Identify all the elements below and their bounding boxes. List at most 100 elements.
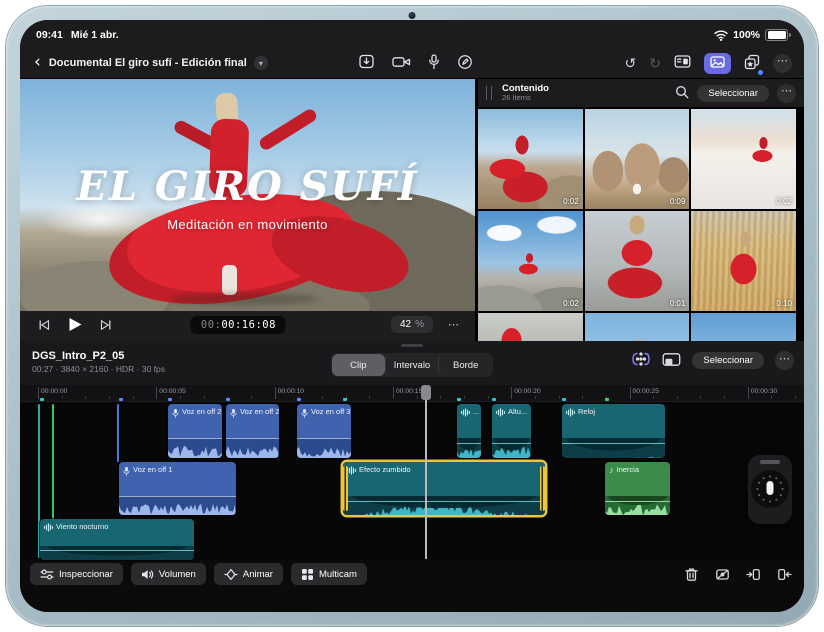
status-bar: 09:41 Mié 1 abr. 100%: [20, 20, 804, 48]
play-icon: [68, 317, 82, 335]
ruler-tick: [771, 396, 772, 399]
thin-clip-stub[interactable]: [117, 404, 119, 462]
ruler-tick: [464, 396, 465, 399]
media-browser-pane: Contenido 26 ítems Seleccionar ⋯ 0:020:0…: [478, 79, 804, 341]
clip-label: Voz en off 1: [133, 465, 172, 474]
thumbnail-duration: 0:09: [670, 197, 686, 206]
timeline-clip[interactable]: Viento nocturno: [40, 519, 194, 560]
ruler-tick: [653, 396, 654, 399]
clip-label: Voz en off 2: [240, 407, 279, 416]
overwrite-clip-button[interactable]: [777, 567, 792, 582]
animar-button[interactable]: Animar: [214, 563, 283, 585]
browser-more-button[interactable]: ⋯: [777, 84, 796, 103]
top-toolbar: ‹ Documental El giro sufí - Edición fina…: [20, 48, 804, 79]
skip-forward-button[interactable]: [100, 319, 112, 334]
media-thumbnail[interactable]: 0:09: [585, 109, 690, 209]
magnetic-timeline-button[interactable]: [631, 351, 651, 370]
project-title-menu-button[interactable]: ▾: [254, 56, 268, 70]
insert-clip-icon: [746, 567, 761, 582]
toolbar-more-button[interactable]: ⋯: [773, 54, 792, 73]
timeline-more-button[interactable]: ⋯: [775, 351, 794, 370]
ruler-tick: [322, 396, 323, 399]
browser-select-button[interactable]: Seleccionar: [697, 85, 769, 102]
segment-clip[interactable]: Clip: [332, 354, 385, 376]
overlay-view-button[interactable]: [662, 352, 681, 370]
ruler-tick: [251, 396, 252, 399]
back-button[interactable]: ‹: [32, 54, 49, 73]
inspector-panel-button[interactable]: [674, 54, 691, 72]
timeline-clip[interactable]: Reloj: [562, 404, 665, 458]
jog-wheel[interactable]: [748, 455, 792, 524]
video-preview[interactable]: EL GIRO SUFÍ Meditación en movimiento: [20, 79, 475, 311]
ruler-tick: [630, 387, 631, 399]
audio-waveform: [119, 496, 236, 515]
import-media-button[interactable]: [358, 53, 375, 73]
inspeccionar-button[interactable]: Inspeccionar: [30, 563, 123, 585]
timecode-display[interactable]: 00:00:16:08: [191, 316, 286, 334]
volumen-button[interactable]: Volumen: [131, 563, 206, 585]
undo-button[interactable]: ↺: [625, 56, 637, 70]
skip-back-button[interactable]: [38, 319, 50, 334]
ruler-tick: [369, 396, 370, 399]
effects-button[interactable]: [744, 54, 760, 73]
jog-wheel-grab-handle[interactable]: [760, 460, 780, 464]
ruler-tick: [275, 387, 276, 399]
media-thumbnail[interactable]: 0:01: [585, 211, 690, 311]
clip-start-marker: [226, 398, 230, 401]
timeline-clip[interactable]: ...: [457, 404, 481, 458]
insert-clip-button[interactable]: [746, 567, 761, 582]
front-camera: [409, 12, 416, 19]
viewer-zoom-button[interactable]: 42%: [391, 316, 433, 333]
pencil-tools-button[interactable]: [457, 54, 473, 73]
voiceover-button[interactable]: [428, 54, 440, 73]
playhead-handle[interactable]: [421, 385, 431, 400]
media-thumbnail[interactable]: [585, 313, 690, 341]
delete-button[interactable]: [684, 567, 699, 582]
clip-start-marker: [562, 398, 566, 401]
trash-icon: [684, 567, 699, 582]
viewer-more-button[interactable]: ⋯: [444, 317, 463, 336]
video-overlay-title: EL GIRO SUFÍ: [20, 163, 475, 210]
audio-waveform: [562, 438, 665, 458]
zoom-unit: %: [415, 319, 424, 330]
segment-intervalo[interactable]: Intervalo: [385, 354, 439, 376]
timeline-clip[interactable]: Altu...: [492, 404, 531, 458]
timeline-clip[interactable]: Voz en off 3: [297, 404, 351, 458]
audio-waveform: [492, 438, 531, 458]
timeline-clip[interactable]: Efecto zumbido: [343, 462, 545, 515]
timeline-clip[interactable]: Voz en off 1: [119, 462, 236, 515]
camera-button[interactable]: [392, 55, 411, 72]
mic-icon: [301, 408, 308, 419]
zoom-value: 42: [400, 319, 411, 330]
play-button[interactable]: [68, 317, 82, 335]
timeline-ruler[interactable]: 00:00:0000:00:0500:00:1000:00:1500:00:20…: [20, 385, 804, 402]
media-thumbnail[interactable]: 0:02: [478, 211, 583, 311]
audio-waveform: [40, 546, 194, 560]
media-thumbnail[interactable]: [691, 313, 796, 341]
thumbnail-duration: 0:02: [776, 197, 792, 206]
timeline-drag-handle[interactable]: [401, 344, 423, 347]
media-thumbnail[interactable]: 0:02: [691, 109, 796, 209]
timeline-clip[interactable]: ♪Inercia: [605, 462, 670, 515]
multicam-button[interactable]: Multicam: [291, 563, 367, 585]
media-thumbnail[interactable]: [478, 313, 583, 341]
search-button[interactable]: [675, 85, 689, 102]
wave-icon: [566, 408, 575, 417]
date: Mié 1 abr.: [71, 29, 119, 41]
blade-button[interactable]: [715, 567, 730, 582]
playhead[interactable]: [425, 385, 427, 559]
timeline-tracks[interactable]: Voz en off 2 Voz en off 2 Voz en off 3... A…: [20, 402, 804, 560]
timeline-clip[interactable]: Voz en off 2: [168, 404, 222, 458]
redo-button[interactable]: ↻: [649, 56, 661, 70]
battery-percent: 100%: [733, 29, 760, 41]
jog-dial[interactable]: [751, 470, 789, 508]
timeline-select-button[interactable]: Seleccionar: [692, 352, 764, 369]
timeline-clip[interactable]: Voz en off 2: [226, 404, 279, 458]
media-browser-button[interactable]: [704, 53, 731, 74]
media-thumbnail[interactable]: 0:02: [478, 109, 583, 209]
media-thumbnail[interactable]: 0:10: [691, 211, 796, 311]
toolbar-button-label: Inspeccionar: [59, 569, 113, 580]
pane-drag-handle[interactable]: [486, 86, 492, 100]
segment-borde[interactable]: Borde: [438, 354, 492, 376]
audio-waveform: [343, 496, 545, 515]
